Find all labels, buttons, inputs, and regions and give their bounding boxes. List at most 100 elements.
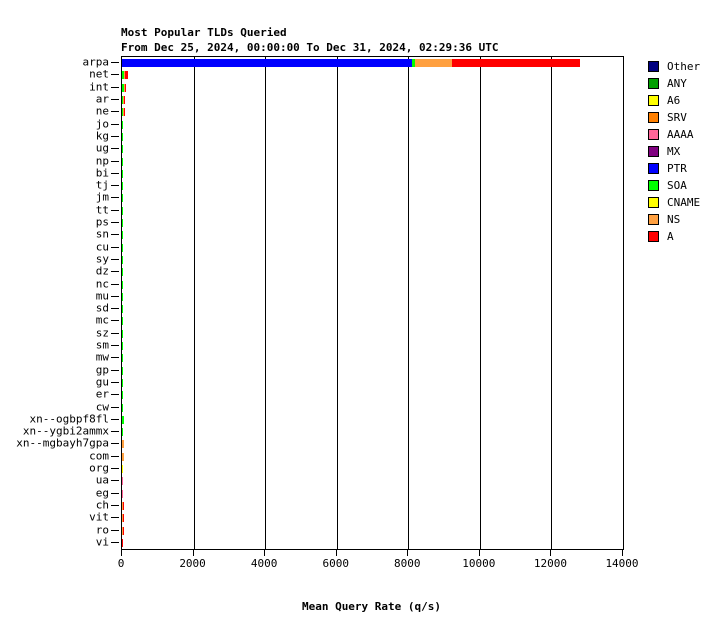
legend-label: A [667,230,674,243]
y-axis-tick [111,357,119,358]
y-axis-tick-label: jm [95,190,109,204]
y-axis-tick [111,197,119,198]
legend-swatch-icon [648,78,659,89]
legend-label: MX [667,145,681,158]
y-axis-tick-label: xn--ygbi2ammx [22,424,109,438]
y-axis-tick [111,185,119,186]
y-axis-tick [111,456,119,457]
bar [122,305,123,314]
x-axis-tick [550,549,552,556]
bar [122,108,125,117]
chart-container: Most Popular TLDs Queried From Dec 25, 2… [0,0,720,635]
y-axis-tick-label: ro [95,523,109,537]
y-axis-tick [111,247,119,248]
x-axis-tick [121,549,122,556]
y-axis-tick-label: gu [95,375,109,389]
bar-segment-soa [122,428,124,437]
y-axis-tick [111,505,119,506]
legend-swatch-icon [648,112,659,123]
bar-segment-soa [122,366,123,375]
x-axis-tick [622,549,623,556]
y-axis-tick [111,493,119,494]
bar-segment-aaaa [122,477,123,486]
y-axis-tick [111,333,119,334]
y-axis-tick [111,370,119,371]
bar-segment-soa [122,305,123,314]
y-axis-tick [111,419,119,420]
y-axis-tick-label: sy [95,252,109,266]
y-axis-tick [111,468,119,469]
bar-segment-soa [122,403,123,412]
bar [122,317,123,326]
legend-item: A6 [648,92,718,109]
bar-segment-soa [122,329,123,338]
legend-label: A6 [667,94,681,107]
y-axis-tick [111,345,119,346]
legend-item: PTR [648,160,718,177]
gridline [265,57,267,549]
bar-segment-soa [122,243,123,252]
y-axis-tick-label: nc [95,277,109,291]
gridline [336,57,338,549]
x-axis-tick-label: 12000 [533,557,567,570]
bar-segment-soa [122,391,123,400]
y-axis-tick-label: xn--ogbpf8fl [29,412,109,426]
y-axis-tick-label: sz [95,326,109,340]
legend-item: ANY [648,75,718,92]
y-axis-tick [111,443,119,444]
bar [122,132,124,141]
bar-segment-soa [122,157,124,166]
y-axis-tick-label: er [95,387,109,401]
y-axis-tick [111,62,119,63]
bar-segment-aaaa [122,489,123,498]
y-axis-tick [111,222,119,223]
legend-item: NS [648,211,718,228]
legend-item: A [648,228,718,245]
y-axis-tick [111,210,119,211]
bar-segment-a [124,83,126,92]
legend-item: MX [648,143,718,160]
bar [122,378,123,387]
y-axis-tick-label: jo [95,117,109,131]
x-axis-tick [335,549,337,556]
y-axis-tick-label: vi [95,535,109,549]
y-axis-tick-label: sn [95,227,109,241]
y-axis-tick-label: np [95,154,109,168]
bar [122,169,124,178]
x-axis-tick [264,549,266,556]
bar-segment-soa [122,255,123,264]
bar-segment-soa [122,378,123,387]
chart-title: Most Popular TLDs Queried [121,26,287,39]
legend-swatch-icon [648,180,659,191]
y-axis-tick-label: cw [95,400,109,414]
y-axis-tick [111,284,119,285]
bar [122,514,124,523]
bar-segment-ptr [122,59,412,68]
bar [122,59,580,68]
legend-swatch-icon [648,146,659,157]
bar [122,391,123,400]
y-axis-tick-label: net [89,67,109,81]
bar-segment-soa [122,219,123,228]
x-axis-tick-label: 14000 [605,557,639,570]
y-axis-tick [111,259,119,260]
bar-segment-soa [122,292,123,301]
bar-segment-a [452,59,580,68]
y-axis-tick-label: com [89,449,109,463]
x-axis: 0 2000 4000 6000 8000 10000 12000 14000 [118,549,639,569]
bar [122,342,123,351]
y-axis-tick [111,124,119,125]
legend-item: SOA [648,177,718,194]
y-axis-tick [111,99,119,100]
bar-segment-ns [122,440,124,449]
bar [122,477,123,486]
bar [122,501,124,510]
chart-subtitle: From Dec 25, 2024, 00:00:00 To Dec 31, 2… [121,41,499,54]
bar-segment-soa [122,268,123,277]
bar-segment-soa [122,194,123,203]
bar-segment-soa [122,231,123,240]
y-axis-tick [111,87,119,88]
y-axis-tick [111,320,119,321]
bar-segment-a [123,501,124,510]
y-axis-tick [111,431,119,432]
